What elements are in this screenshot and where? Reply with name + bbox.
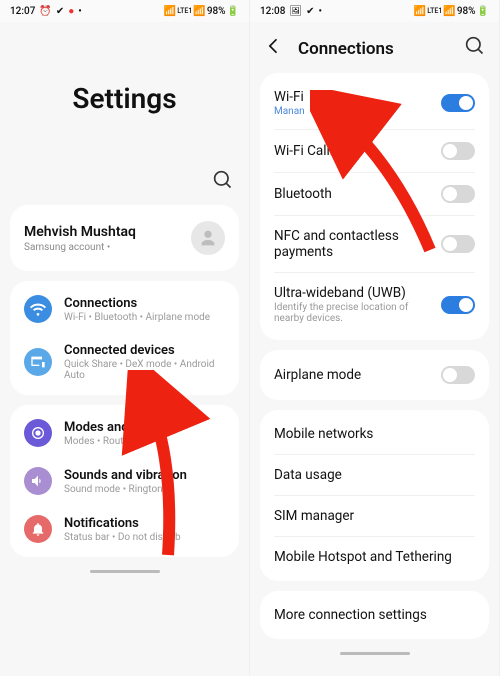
account-sub: Samsung account • xyxy=(24,242,136,253)
back-icon[interactable] xyxy=(264,36,284,61)
connections-group-4: More connection settings xyxy=(260,591,489,639)
nav-indicator xyxy=(90,570,160,573)
row-label: Connections xyxy=(64,296,210,311)
row-nfc[interactable]: NFC and contactless payments xyxy=(260,216,489,272)
record-icon: ● xyxy=(68,6,74,17)
row-label: Notifications xyxy=(64,516,181,531)
connections-screen: 12:08 🖼 ✔ • 📶 LTE1 📶 98% 🔋 Connections W… xyxy=(250,0,500,676)
row-modes[interactable]: Modes and Routines Modes • Routines xyxy=(10,409,239,457)
signal-icon: 📶 xyxy=(443,6,455,17)
row-sub: Modes • Routines xyxy=(64,436,183,447)
status-bar: 12:08 🖼 ✔ • 📶 LTE1 📶 98% 🔋 xyxy=(250,0,499,22)
modes-icon xyxy=(24,419,52,447)
toggle-airplane[interactable] xyxy=(441,366,475,384)
avatar[interactable] xyxy=(191,221,225,255)
status-bar: 12:07 ⏰ ✔ ● • 📶 LTE1 📶 98% 🔋 xyxy=(0,0,249,22)
search-icon[interactable] xyxy=(213,170,233,195)
row-label: Ultra-wideband (UWB) xyxy=(274,285,433,301)
connections-group: Connections Wi-Fi • Bluetooth • Airplane… xyxy=(10,281,239,395)
sound-icon xyxy=(24,467,52,495)
row-label: Modes and Routines xyxy=(64,420,183,435)
account-card[interactable]: Mehvish Mushtaq Samsung account • xyxy=(10,205,239,271)
row-label: Bluetooth xyxy=(274,186,332,202)
row-label: Connected devices xyxy=(64,343,225,358)
signal-icon: 📶 xyxy=(414,6,426,17)
toggle-wifi[interactable] xyxy=(441,94,475,112)
row-label: Wi-Fi xyxy=(274,89,305,105)
nav-indicator xyxy=(340,652,410,655)
row-sub: Wi-Fi • Bluetooth • Airplane mode xyxy=(64,312,210,323)
settings-screen: 12:07 ⏰ ✔ ● • 📶 LTE1 📶 98% 🔋 Settings Me… xyxy=(0,0,250,676)
dot-icon: • xyxy=(78,6,82,17)
row-label: SIM manager xyxy=(274,508,354,524)
row-label: Airplane mode xyxy=(274,367,361,383)
devices-icon xyxy=(24,348,52,376)
row-notifications[interactable]: Notifications Status bar • Do not distur… xyxy=(10,505,239,553)
toggle-wifi-calling[interactable] xyxy=(441,142,475,160)
signal-icon: 📶 xyxy=(164,6,176,17)
row-wifi[interactable]: Wi-Fi Manan xyxy=(260,77,489,129)
row-connections[interactable]: Connections Wi-Fi • Bluetooth • Airplane… xyxy=(10,285,239,333)
toggle-bluetooth[interactable] xyxy=(441,185,475,203)
row-sounds[interactable]: Sounds and vibration Sound mode • Ringto… xyxy=(10,457,239,505)
dot-icon: • xyxy=(318,6,322,17)
modes-group: Modes and Routines Modes • Routines Soun… xyxy=(10,405,239,557)
status-time: 12:07 xyxy=(10,6,35,17)
battery-icon: 🔋 xyxy=(227,6,239,17)
row-airplane[interactable]: Airplane mode xyxy=(260,354,489,396)
page-title: Settings xyxy=(0,22,249,170)
page-title: Connections xyxy=(298,39,451,59)
row-sub: Quick Share • DeX mode • Android Auto xyxy=(64,359,225,381)
row-data-usage[interactable]: Data usage xyxy=(260,455,489,495)
row-label: Mobile networks xyxy=(274,426,373,442)
row-mobile-networks[interactable]: Mobile networks xyxy=(260,414,489,454)
row-sim-manager[interactable]: SIM manager xyxy=(260,496,489,536)
row-wifi-calling[interactable]: Wi-Fi Calling xyxy=(260,130,489,172)
search-icon[interactable] xyxy=(465,36,485,61)
row-label: Mobile Hotspot and Tethering xyxy=(274,549,452,565)
row-bluetooth[interactable]: Bluetooth xyxy=(260,173,489,215)
check-icon: ✔ xyxy=(306,6,314,17)
toggle-uwb[interactable] xyxy=(441,296,475,314)
row-uwb[interactable]: Ultra-wideband (UWB) Identify the precis… xyxy=(260,273,489,336)
connections-group-1: Wi-Fi Manan Wi-Fi Calling Bluetooth NFC … xyxy=(260,73,489,340)
check-icon: ✔ xyxy=(56,6,64,17)
row-more-settings[interactable]: More connection settings xyxy=(260,595,489,635)
battery-percent: 98% xyxy=(457,6,476,17)
row-label: More connection settings xyxy=(274,607,427,623)
wifi-icon xyxy=(24,295,52,323)
toggle-nfc[interactable] xyxy=(441,235,475,253)
connections-group-3: Mobile networks Data usage SIM manager M… xyxy=(260,410,489,581)
row-connected-devices[interactable]: Connected devices Quick Share • DeX mode… xyxy=(10,333,239,391)
connections-group-2: Airplane mode xyxy=(260,350,489,400)
battery-icon: 🔋 xyxy=(477,6,489,17)
network-label: LTE1 xyxy=(177,8,192,15)
signal-icon: 📶 xyxy=(193,6,205,17)
bell-icon xyxy=(24,515,52,543)
account-name: Mehvish Mushtaq xyxy=(24,224,136,240)
network-label: LTE1 xyxy=(427,8,442,15)
row-label: NFC and contactless payments xyxy=(274,228,433,260)
row-sub: Status bar • Do not disturb xyxy=(64,532,181,543)
row-sub: Identify the precise location of nearby … xyxy=(274,302,433,324)
row-hotspot[interactable]: Mobile Hotspot and Tethering xyxy=(260,537,489,577)
battery-percent: 98% xyxy=(207,6,226,17)
row-sub: Sound mode • Ringtone xyxy=(64,484,187,495)
row-label: Wi-Fi Calling xyxy=(274,143,348,159)
status-time: 12:08 xyxy=(260,6,285,17)
alarm-icon: ⏰ xyxy=(39,6,51,17)
row-label: Data usage xyxy=(274,467,342,483)
row-label: Sounds and vibration xyxy=(64,468,187,483)
image-icon: 🖼 xyxy=(289,6,302,17)
row-sub: Manan xyxy=(274,106,305,117)
